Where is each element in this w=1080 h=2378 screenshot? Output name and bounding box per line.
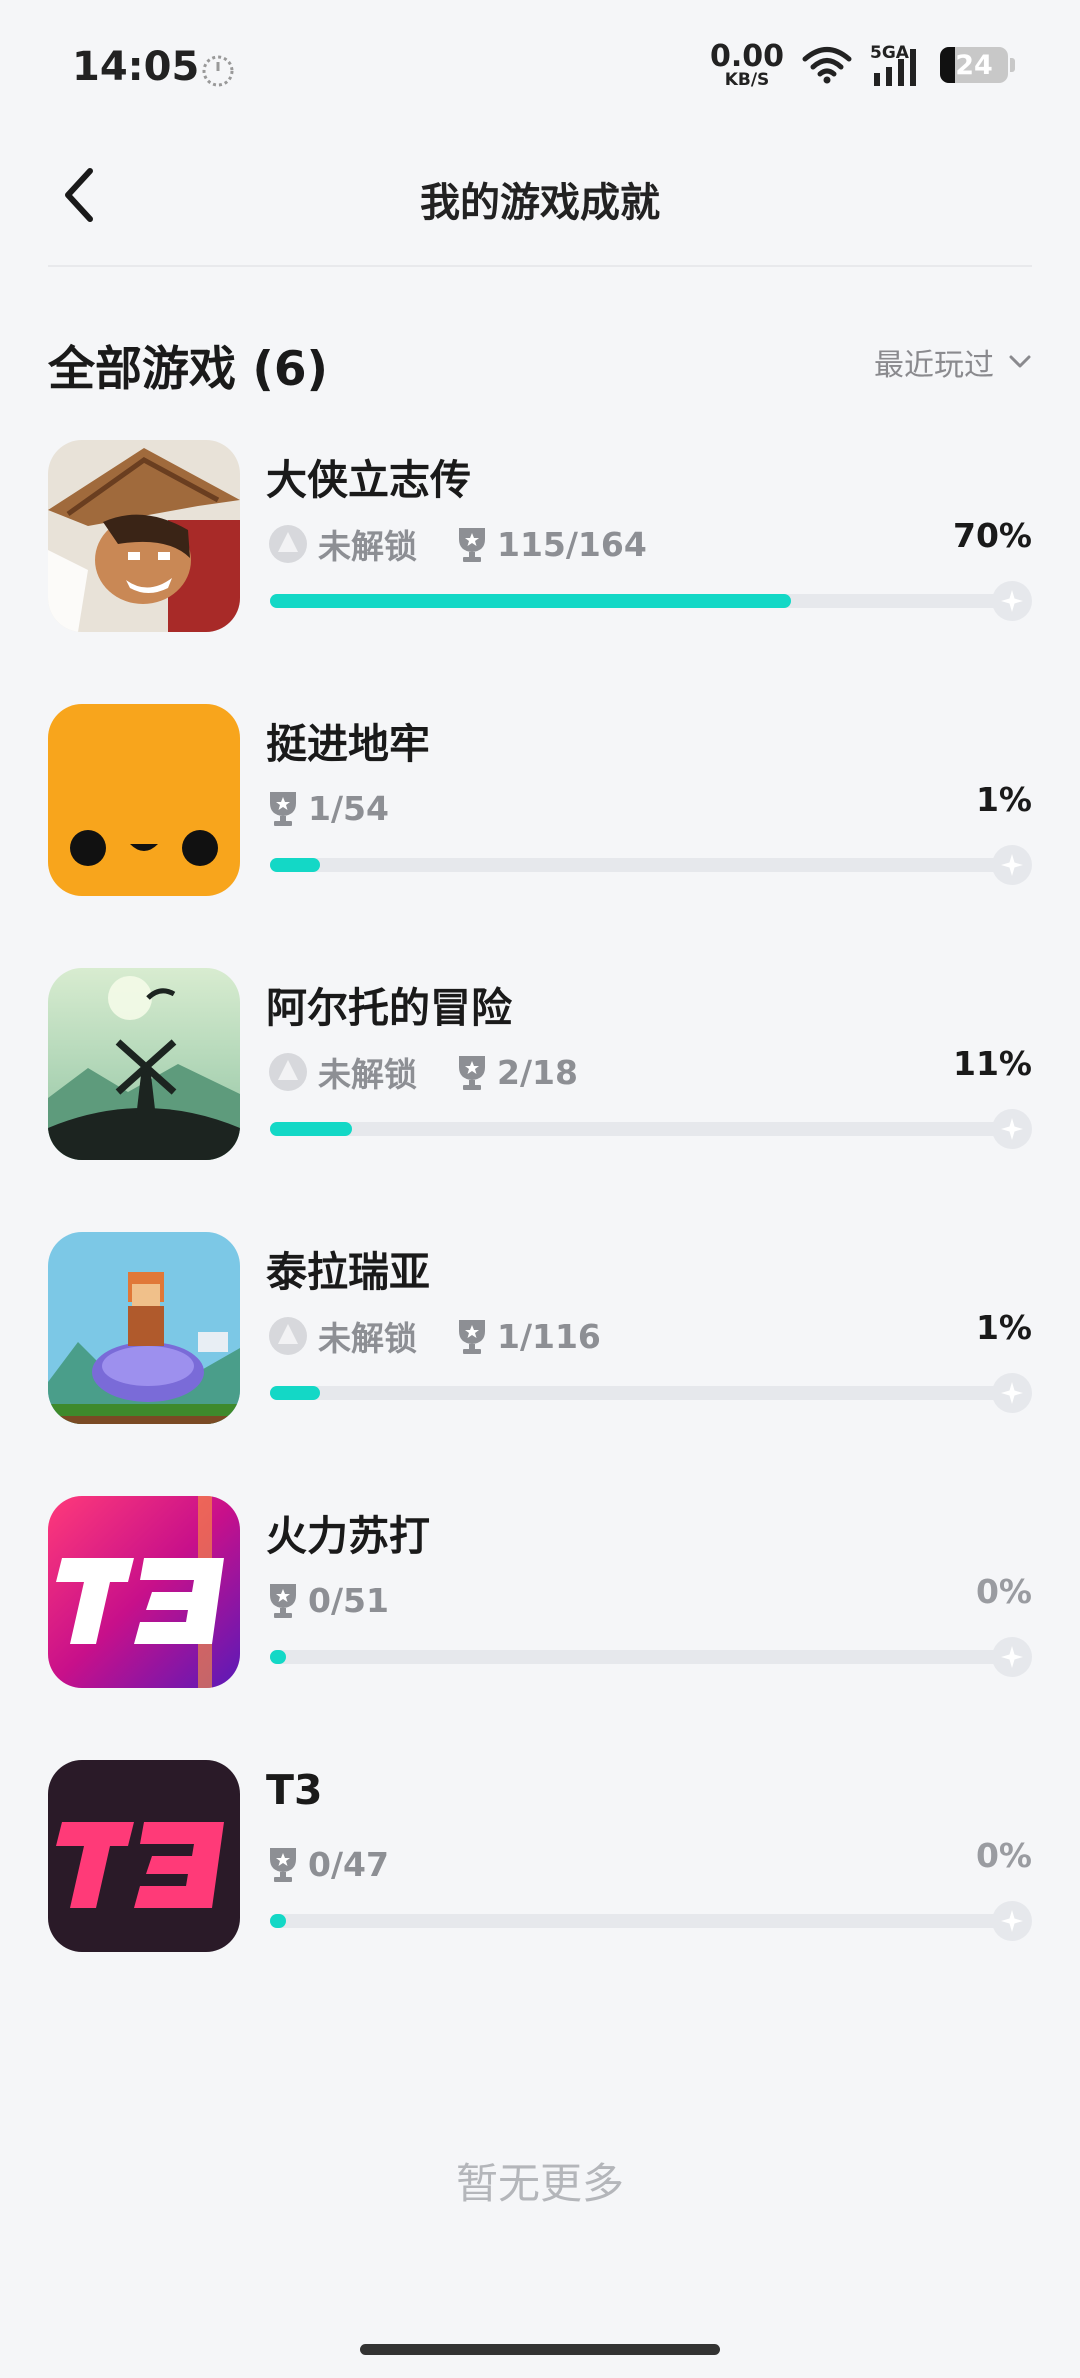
progress-end-badge bbox=[992, 1901, 1032, 1941]
section-title: 全部游戏 (6) bbox=[48, 342, 329, 397]
signal-icon bbox=[874, 49, 916, 86]
game-stats: 未解锁 2/18 bbox=[266, 1050, 616, 1094]
game-icon-terraria bbox=[48, 1232, 240, 1424]
no-more-text: 暂无更多 bbox=[455, 2159, 624, 2208]
page-title: 我的游戏成就 bbox=[420, 180, 660, 226]
chevron-down-icon bbox=[1009, 355, 1031, 368]
sort-label: 最近玩过 bbox=[874, 348, 994, 383]
game-item[interactable]: 挺进地牢 1/54 1% bbox=[48, 704, 1032, 896]
game-stats: 未解锁 115/164 bbox=[266, 522, 685, 566]
locked-status: 未解锁 bbox=[266, 1312, 417, 1360]
game-stats: 0/47 bbox=[266, 1842, 427, 1886]
game-item[interactable]: 大侠立志传 未解锁 115/164 70% bbox=[48, 440, 1032, 632]
progress-end-badge bbox=[992, 1109, 1032, 1149]
trophy-count: 1/116 bbox=[455, 1317, 601, 1356]
status-time: 14:05 bbox=[72, 44, 200, 90]
trophy-icon bbox=[270, 1848, 296, 1882]
trophy-icon bbox=[270, 1584, 296, 1618]
nav-divider bbox=[48, 265, 1032, 267]
progress-percent: 11% bbox=[953, 1044, 1032, 1083]
locked-badge-icon bbox=[269, 525, 307, 563]
status-icons: 0.00 KB/S 5GA 24 bbox=[709, 38, 1015, 90]
trophy-icon bbox=[459, 1320, 485, 1354]
locked-status: 未解锁 bbox=[266, 1048, 417, 1096]
game-stats: 0/51 bbox=[266, 1578, 427, 1622]
trophy-count: 0/51 bbox=[266, 1581, 389, 1620]
trophy-icon bbox=[459, 1056, 485, 1090]
progress-fill bbox=[270, 1386, 320, 1400]
progress-bar bbox=[270, 1122, 1014, 1136]
game-item[interactable]: 火力苏打 0/51 0% bbox=[48, 1496, 1032, 1688]
battery-level: 24 bbox=[955, 49, 993, 81]
progress-percent: 0% bbox=[975, 1572, 1032, 1611]
sort-dropdown[interactable]: 最近玩过 bbox=[874, 340, 1032, 384]
progress-fill bbox=[270, 594, 791, 608]
battery-icon: 24 bbox=[940, 47, 1015, 83]
game-icon-alto bbox=[48, 968, 240, 1160]
star-badge-icon bbox=[1001, 590, 1023, 612]
trophy-icon bbox=[459, 528, 485, 562]
status-bar: 14:05 0.00 KB/S 5GA 24 bbox=[0, 0, 1080, 120]
trophy-count: 1/54 bbox=[266, 789, 389, 828]
game-name: 火力苏打 bbox=[266, 1512, 430, 1560]
game-name: 阿尔托的冒险 bbox=[266, 984, 512, 1032]
home-indicator[interactable] bbox=[360, 2344, 720, 2355]
trophy-count: 115/164 bbox=[455, 525, 647, 564]
game-stats: 未解锁 1/116 bbox=[266, 1314, 639, 1358]
star-badge-icon bbox=[1001, 1646, 1023, 1668]
locked-badge-icon bbox=[269, 1053, 307, 1091]
trophy-count: 2/18 bbox=[455, 1053, 578, 1092]
progress-fill bbox=[270, 1650, 286, 1664]
achievements-page: 14:05 0.00 KB/S 5GA 24 我的游戏成就 全部游戏 (6) 最… bbox=[0, 0, 1080, 2378]
star-badge-icon bbox=[1001, 1118, 1023, 1140]
game-name: 挺进地牢 bbox=[266, 720, 430, 768]
star-badge-icon bbox=[1001, 1910, 1023, 1932]
star-badge-icon bbox=[1001, 1382, 1023, 1404]
game-item[interactable]: 泰拉瑞亚 未解锁 1/116 1% bbox=[48, 1232, 1032, 1424]
game-icon-enter-the-gungeon bbox=[48, 704, 240, 896]
progress-percent: 0% bbox=[975, 1836, 1032, 1875]
net-speed: 0.00 KB/S bbox=[709, 38, 784, 90]
progress-end-badge bbox=[992, 581, 1032, 621]
wifi-icon bbox=[802, 47, 852, 84]
progress-end-badge bbox=[992, 1373, 1032, 1413]
progress-percent: 1% bbox=[975, 780, 1032, 819]
progress-end-badge bbox=[992, 845, 1032, 885]
progress-bar bbox=[270, 1650, 1014, 1664]
progress-fill bbox=[270, 1914, 286, 1928]
trophy-icon bbox=[270, 792, 296, 826]
star-badge-icon bbox=[1001, 854, 1023, 876]
game-stats: 1/54 bbox=[266, 786, 427, 830]
progress-bar bbox=[270, 594, 1014, 608]
game-item[interactable]: 阿尔托的冒险 未解锁 2/18 11% bbox=[48, 968, 1032, 1160]
game-name: T3 bbox=[266, 1766, 323, 1814]
signal-indicator: 5GA bbox=[870, 43, 922, 87]
progress-percent: 1% bbox=[975, 1308, 1032, 1347]
progress-end-badge bbox=[992, 1637, 1032, 1677]
locked-badge-icon bbox=[269, 1317, 307, 1355]
game-icon-daxia bbox=[48, 440, 240, 632]
locked-status: 未解锁 bbox=[266, 520, 417, 568]
progress-bar bbox=[270, 1386, 1014, 1400]
progress-fill bbox=[270, 1122, 352, 1136]
game-icon-firepower-soda bbox=[48, 1496, 240, 1688]
alarm-icon bbox=[202, 55, 234, 87]
game-item[interactable]: T3 0/47 0% bbox=[48, 1760, 1032, 1952]
progress-bar bbox=[270, 858, 1014, 872]
progress-fill bbox=[270, 858, 320, 872]
progress-percent: 70% bbox=[953, 516, 1032, 555]
game-icon-t3 bbox=[48, 1760, 240, 1952]
nav-bar: 我的游戏成就 bbox=[0, 140, 1080, 267]
game-name: 泰拉瑞亚 bbox=[266, 1248, 430, 1296]
trophy-count: 0/47 bbox=[266, 1845, 389, 1884]
progress-bar bbox=[270, 1914, 1014, 1928]
game-name: 大侠立志传 bbox=[266, 456, 471, 504]
